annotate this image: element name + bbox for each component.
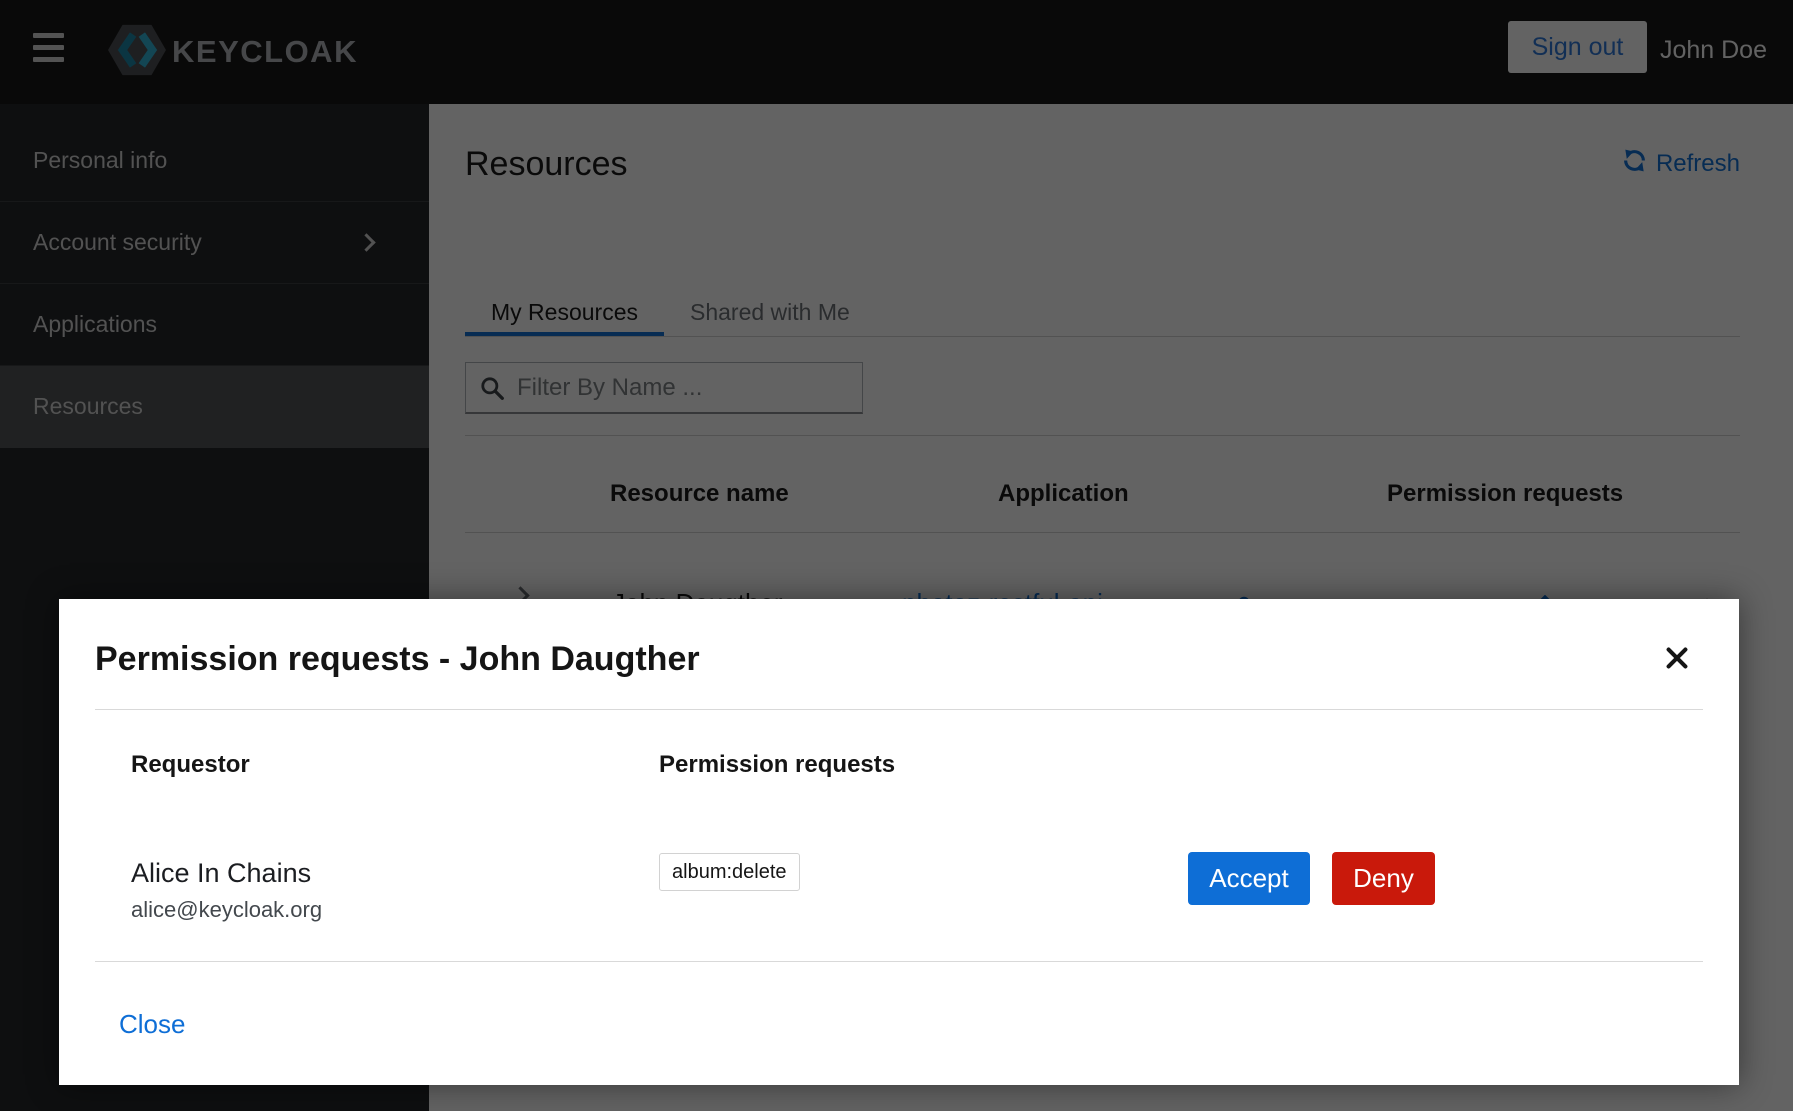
scope-chip: album:delete: [659, 853, 800, 891]
permission-requests-modal: Permission requests - John Daugther Requ…: [59, 599, 1739, 1085]
close-link[interactable]: Close: [119, 1009, 185, 1040]
modal-title: Permission requests - John Daugther: [95, 640, 700, 679]
deny-button[interactable]: Deny: [1332, 852, 1435, 905]
column-permission-requests: Permission requests: [659, 751, 895, 779]
close-icon[interactable]: [1665, 646, 1697, 678]
modal-divider-bottom: [95, 961, 1703, 962]
requestor-email: alice@keycloak.org: [131, 897, 322, 923]
column-requestor: Requestor: [131, 751, 250, 779]
modal-divider-top: [95, 709, 1703, 710]
accept-button[interactable]: Accept: [1188, 852, 1310, 905]
requestor-name: Alice In Chains: [131, 858, 311, 889]
